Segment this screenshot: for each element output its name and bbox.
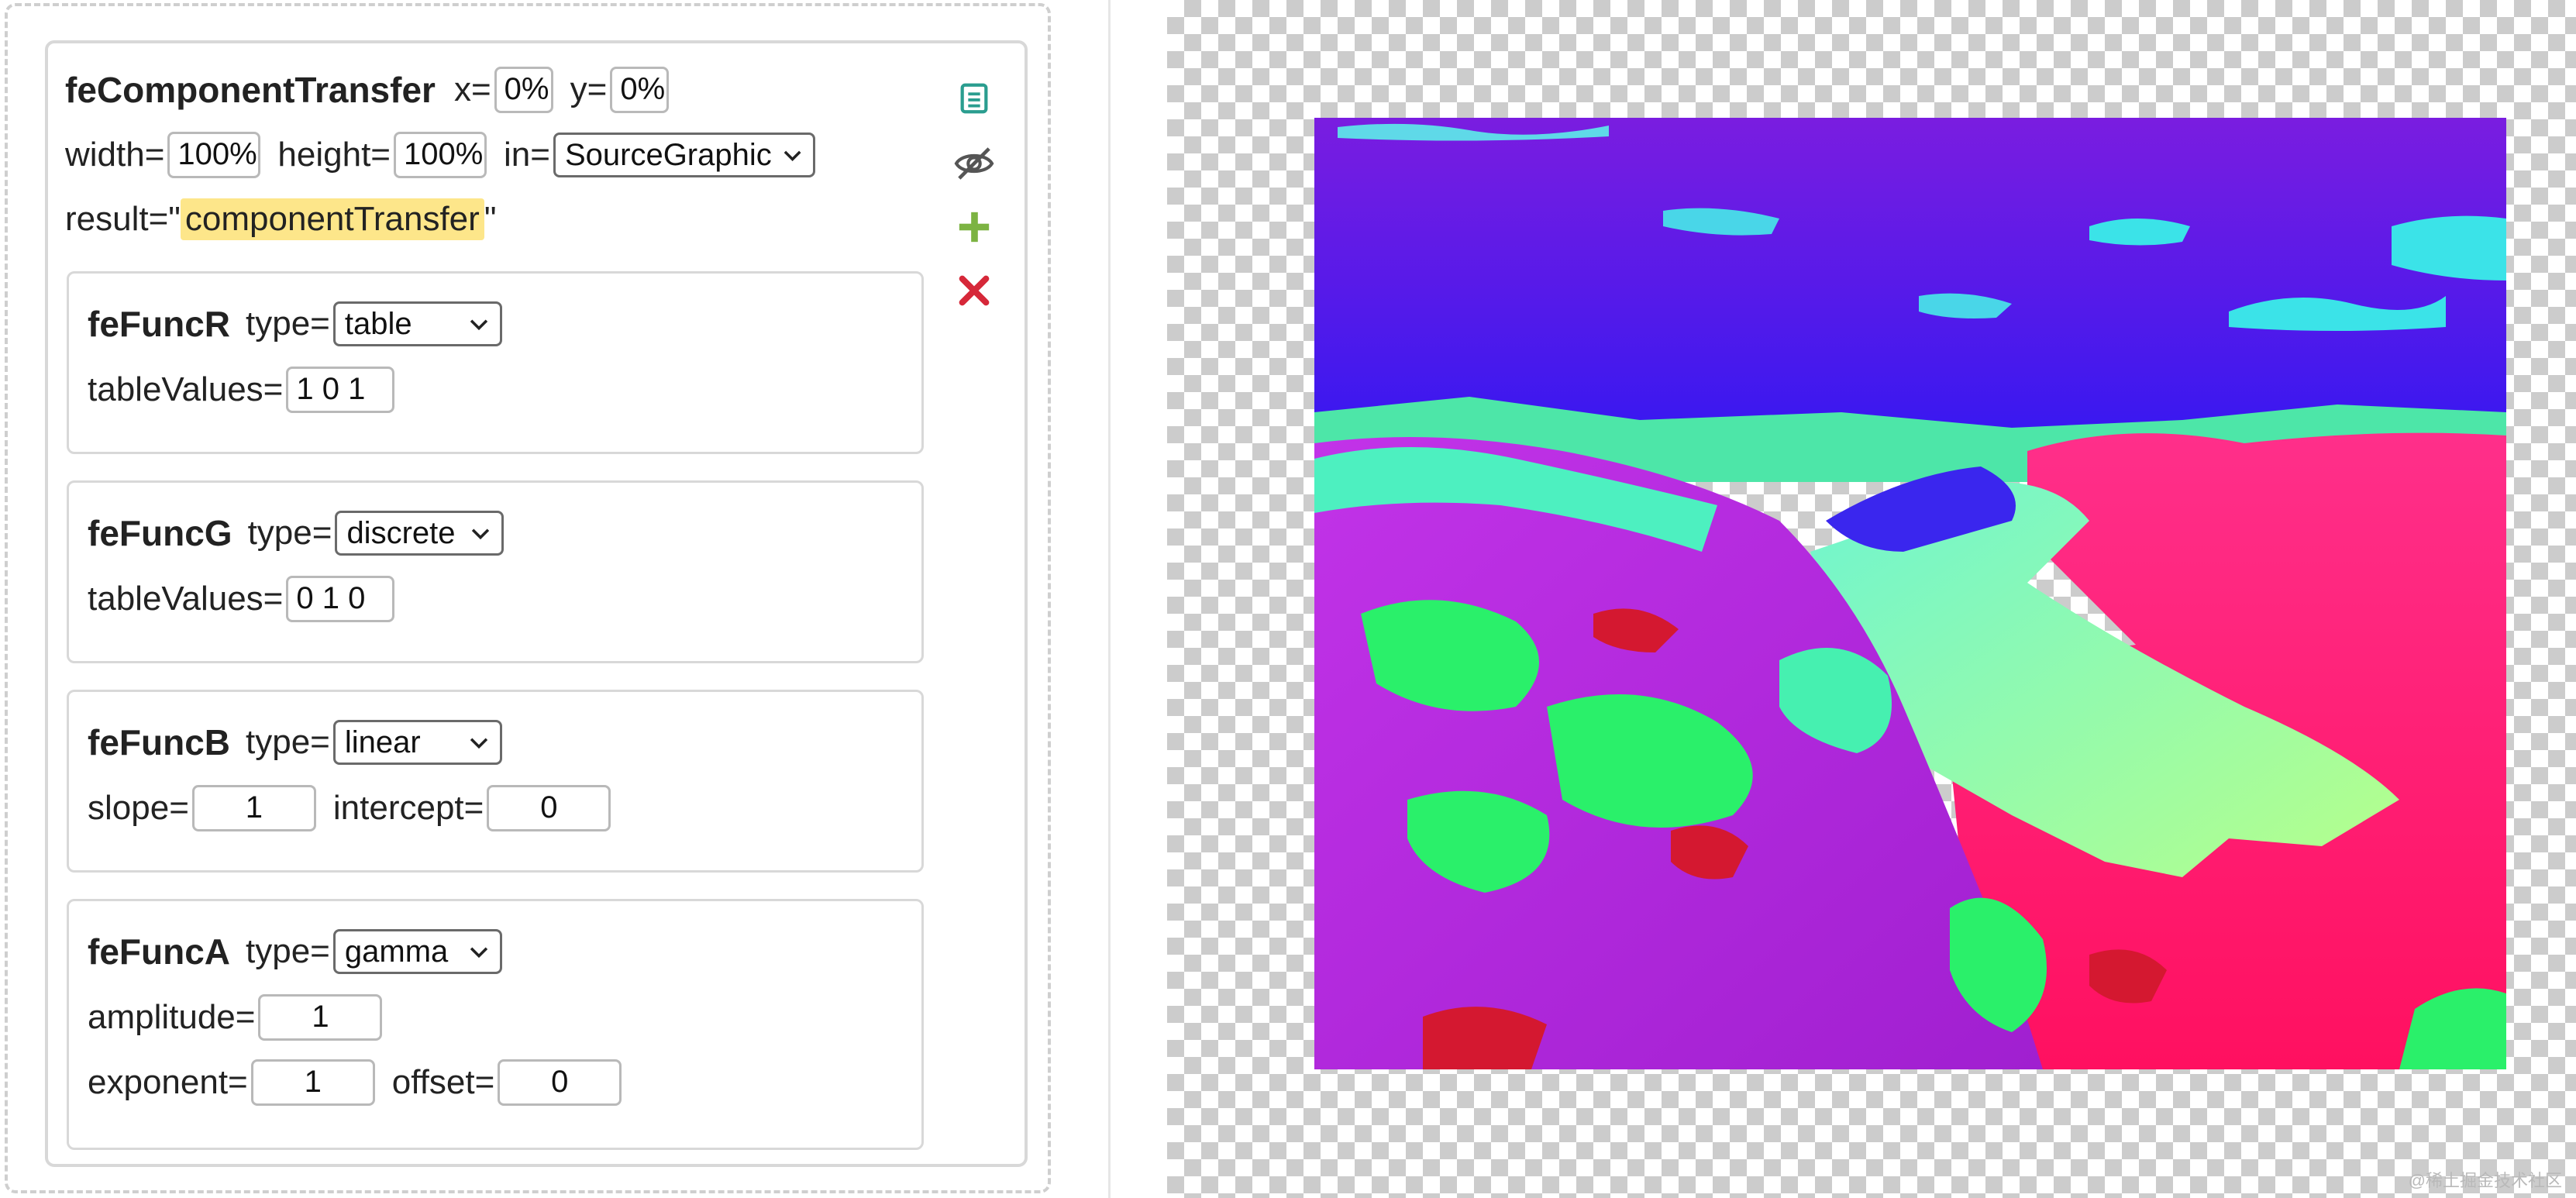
fefuncr-type-label: type= <box>246 305 330 343</box>
fefuncr-tablevalues-input[interactable]: 1 0 1 <box>286 367 395 413</box>
fefunca-card: feFuncA type= gamma amplitude= 1 exponen… <box>67 899 924 1150</box>
fefunca-type-value: gamma <box>344 934 449 969</box>
result-label-suffix: " <box>484 200 497 238</box>
fefunca-offset-label: offset= <box>391 1063 495 1101</box>
fefuncb-title: feFuncB <box>88 722 230 763</box>
fe-component-transfer-panel: feComponentTransfer x= 0% y= 0% width= 1… <box>45 40 1028 1167</box>
width-label: width= <box>65 136 165 174</box>
fefunca-type-select[interactable]: gamma <box>332 929 502 974</box>
filter-editor-outer: feComponentTransfer x= 0% y= 0% width= 1… <box>5 3 1051 1193</box>
in-select[interactable]: SourceGraphic <box>553 133 815 177</box>
filtered-image-preview <box>1314 118 2506 1069</box>
fefunca-exponent-row: exponent= 1 offset= 0 <box>88 1059 622 1106</box>
list-icon[interactable] <box>952 76 997 121</box>
fefuncr-card: feFuncR type= table tableValues= 1 0 1 <box>67 271 924 454</box>
fefunca-type-label: type= <box>246 932 330 970</box>
y-input[interactable]: 0% <box>610 67 670 113</box>
fefunca-amplitude-input[interactable]: 1 <box>258 994 383 1041</box>
chevron-down-icon <box>470 947 488 959</box>
fefuncb-slope-label: slope= <box>88 789 189 827</box>
fefuncb-type-value: linear <box>344 725 421 759</box>
fefuncg-type-value: discrete <box>346 515 456 550</box>
preview-canvas: @稀土掘金技术社区 <box>1167 0 2576 1198</box>
component-size-row: width= 100% height= 100% in= SourceGraph… <box>65 132 815 178</box>
chevron-down-icon <box>470 319 488 331</box>
x-input[interactable]: 0% <box>494 67 553 113</box>
fefuncb-params-row: slope= 1 intercept= 0 <box>88 785 611 831</box>
filtered-landscape-image <box>1314 118 2506 1069</box>
fefunca-exponent-input[interactable]: 1 <box>250 1059 375 1106</box>
result-input[interactable]: componentTransfer <box>180 198 484 240</box>
y-label: y= <box>570 71 608 108</box>
in-select-value: SourceGraphic <box>564 137 772 172</box>
plus-icon[interactable] <box>952 205 997 250</box>
fefuncr-type-value: table <box>344 306 412 341</box>
fefunca-title: feFuncA <box>88 931 230 972</box>
component-title: feComponentTransfer <box>65 70 436 110</box>
fefuncg-tablevalues-label: tableValues= <box>88 580 284 618</box>
fefuncg-title: feFuncG <box>88 513 232 553</box>
fefuncg-type-select[interactable]: discrete <box>335 511 505 556</box>
fefuncr-title: feFuncR <box>88 304 230 344</box>
component-header-row: feComponentTransfer x= 0% y= 0% <box>65 67 670 113</box>
chevron-down-icon <box>783 150 801 161</box>
panel-divider <box>1108 0 1111 1198</box>
fefuncg-type-label: type= <box>247 514 332 552</box>
chevron-down-icon <box>470 738 488 749</box>
fefuncg-card: feFuncG type= discrete tableValues= 0 1 … <box>67 480 924 663</box>
watermark-text: @稀土掘金技术社区 <box>2408 1171 2562 1190</box>
in-label: in= <box>504 136 550 174</box>
fefuncb-type-select[interactable]: linear <box>332 720 502 765</box>
fefuncb-card: feFuncB type= linear slope= 1 intercept=… <box>67 690 924 873</box>
width-input[interactable]: 100% <box>167 132 261 178</box>
x-label: x= <box>453 71 491 108</box>
chevron-down-icon <box>472 528 490 540</box>
fefuncg-values-row: tableValues= 0 1 0 <box>88 576 395 622</box>
fefuncb-intercept-input[interactable]: 0 <box>487 785 611 831</box>
height-label: height= <box>277 136 391 174</box>
fefuncb-slope-input[interactable]: 1 <box>191 785 316 831</box>
fefunca-amplitude-row: amplitude= 1 <box>88 994 383 1041</box>
fefuncr-values-row: tableValues= 1 0 1 <box>88 367 395 413</box>
fefuncr-tablevalues-label: tableValues= <box>88 370 284 408</box>
fefuncb-type-label: type= <box>246 723 330 761</box>
fefuncr-type-select[interactable]: table <box>332 301 502 346</box>
fefuncg-tablevalues-input[interactable]: 0 1 0 <box>286 576 395 622</box>
height-input[interactable]: 100% <box>394 132 487 178</box>
result-row: result=" componentTransfer " <box>65 198 496 240</box>
result-label-prefix: result=" <box>65 200 181 238</box>
fefunca-exponent-label: exponent= <box>88 1063 248 1101</box>
fefuncr-type-row: feFuncR type= table <box>88 301 502 346</box>
fefunca-type-row: feFuncA type= gamma <box>88 929 502 974</box>
eye-off-icon[interactable] <box>952 141 997 186</box>
fefuncb-intercept-label: intercept= <box>332 789 484 827</box>
close-icon[interactable] <box>952 268 997 313</box>
fefuncb-type-row: feFuncB type= linear <box>88 720 502 765</box>
fefuncg-type-row: feFuncG type= discrete <box>88 511 505 556</box>
fefunca-amplitude-label: amplitude= <box>88 998 256 1036</box>
fefunca-offset-input[interactable]: 0 <box>498 1059 622 1106</box>
